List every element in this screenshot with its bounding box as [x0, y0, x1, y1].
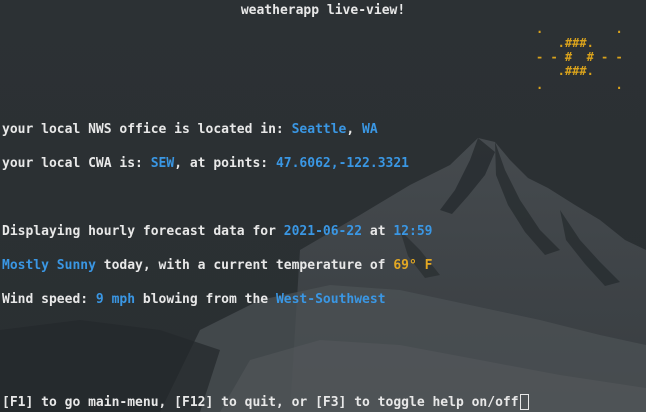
office-separator: ,	[346, 122, 363, 137]
office-line: your local NWS office is located in: Sea…	[2, 122, 378, 138]
cwa-points: 47.6062,-122.3321	[275, 156, 410, 171]
cwa-prefix: your local CWA is:	[2, 156, 151, 171]
wind-line: Wind speed: 9 mph blowing from the West-…	[2, 292, 386, 308]
forecast-time: 12:59	[393, 224, 433, 239]
conditions-summary: Mostly Sunny	[2, 258, 96, 273]
wind-prefix: Wind speed:	[2, 292, 96, 307]
cwa-code: SEW	[150, 156, 175, 171]
office-city: Seattle	[291, 122, 347, 137]
text-cursor[interactable]	[519, 394, 529, 410]
help-line: [F1] to go main-menu, [F12] to quit, or …	[2, 394, 529, 411]
office-prefix: your local NWS office is located in:	[2, 122, 292, 137]
sun-weather-icon: . . .###. - - # # - - .###. . .	[536, 22, 623, 92]
conditions-middle: today, with a current temperature of	[95, 258, 394, 273]
current-temperature: 69° F	[393, 258, 433, 273]
cwa-line: your local CWA is: SEW, at points: 47.60…	[2, 156, 409, 172]
conditions-line: Mostly Sunny today, with a current tempe…	[2, 258, 432, 274]
wind-direction: West-Southwest	[275, 292, 386, 307]
office-state: WA	[362, 122, 378, 137]
cwa-middle: , at points:	[174, 156, 276, 171]
help-text: [F1] to go main-menu, [F12] to quit, or …	[2, 395, 519, 410]
app-title: weatherapp live-view!	[240, 3, 406, 18]
forecast-prefix: Displaying hourly forecast data for	[2, 224, 284, 239]
forecast-line: Displaying hourly forecast data for 2021…	[2, 224, 433, 240]
wind-middle: blowing from the	[135, 292, 276, 307]
wind-speed: 9 mph	[95, 292, 136, 307]
terminal-window[interactable]: weatherapp live-view! . . .###. - - # # …	[0, 0, 646, 412]
forecast-middle: at	[362, 224, 394, 239]
forecast-date: 2021-06-22	[283, 224, 363, 239]
